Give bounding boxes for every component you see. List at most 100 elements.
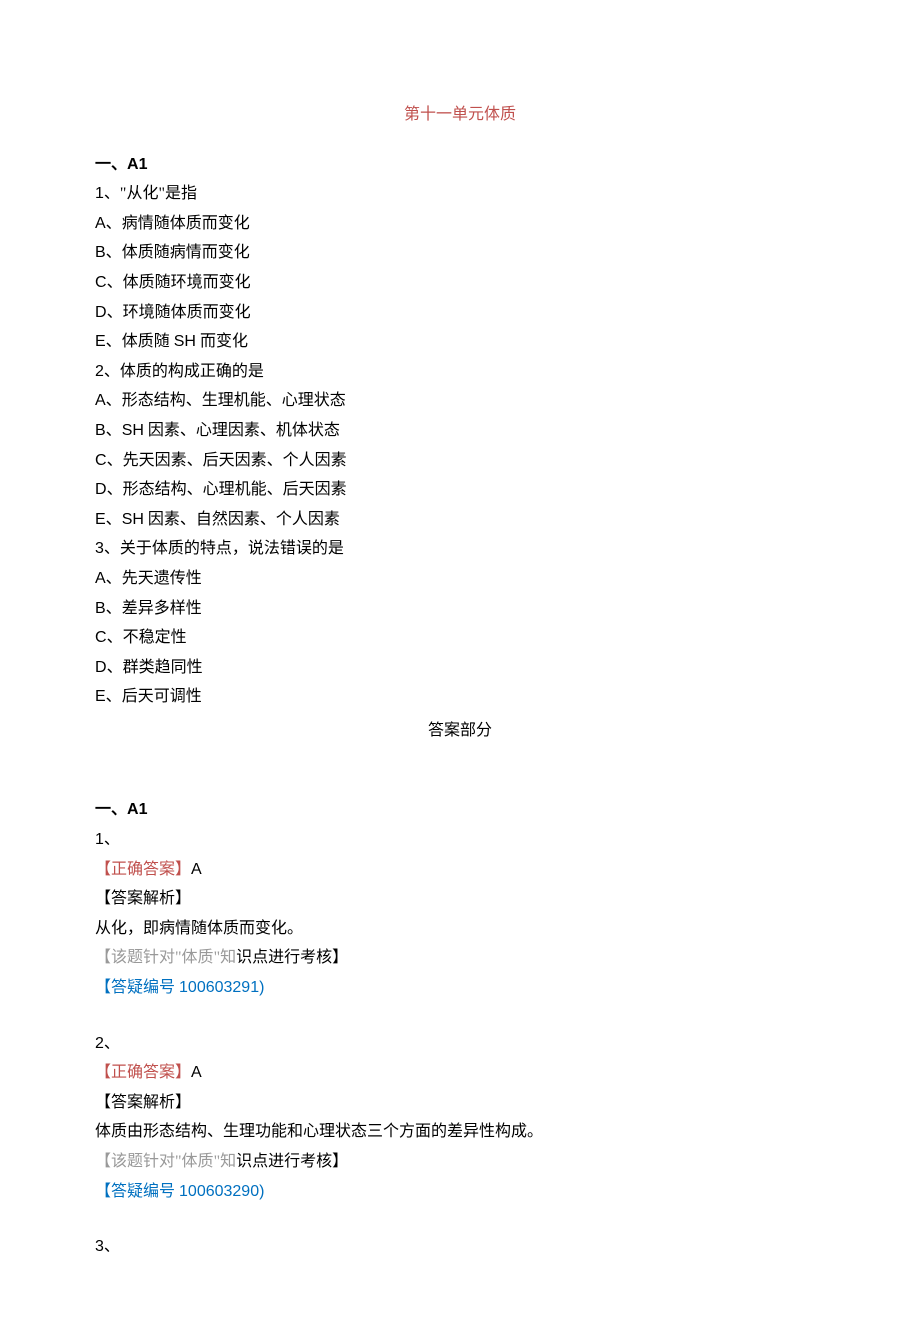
section-heading-answers: 一、A1 — [95, 795, 825, 825]
answers-header: 答案部分 — [95, 716, 825, 746]
section-code: A1 — [127, 801, 147, 818]
q2-number: 2 — [95, 363, 104, 380]
ref-suffix: ) — [259, 1183, 264, 1200]
section-prefix: 一、 — [95, 801, 127, 818]
opt-text: 形态结构、生理机能、心理状态 — [122, 392, 346, 409]
opt-code: C — [95, 452, 107, 469]
opt-text: 先天因素、后天因素、个人因素 — [123, 452, 347, 469]
ref-prefix: 【答疑编号 — [95, 1183, 179, 1200]
opt-text: 因素、自然因素、个人因素 — [144, 511, 340, 528]
opt-text: 而变化 — [196, 333, 248, 350]
opt-sep: 、 — [106, 511, 122, 528]
opt-code: A — [95, 215, 106, 232]
opt-text: 病情随体质而变化 — [122, 215, 250, 232]
answer-1-num: 1、 — [95, 825, 825, 855]
topic-word: 体质 — [182, 1153, 214, 1170]
ans-sep: 、 — [104, 1238, 120, 1255]
answer-2-correct: 【正确答案】A — [95, 1058, 825, 1088]
answer-1-explain-text: 从化，即病情随体质而变化。 — [95, 914, 825, 944]
topic-suffix: "知 — [214, 949, 237, 966]
opt-text: 体质随病情而变化 — [122, 244, 250, 261]
opt-sep: 、 — [106, 215, 122, 232]
opt-text: 群类趋同性 — [123, 659, 203, 676]
q1-option-d: D、环境随体质而变化 — [95, 298, 825, 328]
opt-code: C — [95, 274, 107, 291]
opt-sep: 、 — [106, 570, 122, 587]
opt-text: 先天遗传性 — [122, 570, 202, 587]
q1-option-e: E、体质随 SH 而变化 — [95, 327, 825, 357]
opt-code: E — [95, 333, 106, 350]
opt-sep: 、 — [107, 629, 123, 646]
ref-num: 100603290 — [179, 1183, 259, 1200]
answer-2-explain-text: 体质由形态结构、生理功能和心理状态三个方面的差异性构成。 — [95, 1117, 825, 1147]
section-heading: 一、A1 — [95, 150, 825, 180]
answer-2-explain-label: 【答案解析】 — [95, 1088, 825, 1118]
opt-text: 不稳定性 — [123, 629, 187, 646]
correct-value: A — [191, 861, 202, 878]
q2-option-c: C、先天因素、后天因素、个人因素 — [95, 446, 825, 476]
q3-sep: 、 — [104, 540, 120, 557]
q1-option-b: B、体质随病情而变化 — [95, 238, 825, 268]
opt-text: SH — [122, 422, 144, 439]
opt-sep: 、 — [107, 452, 123, 469]
ans-num: 1 — [95, 831, 104, 848]
opt-sep: 、 — [107, 481, 123, 498]
answer-1-correct: 【正确答案】A — [95, 855, 825, 885]
question-1-stem: 1、"从化"是指 — [95, 179, 825, 209]
opt-code: C — [95, 629, 107, 646]
document-page: 第十一单元体质 一、A1 1、"从化"是指 A、病情随体质而变化 B、体质随病情… — [0, 0, 920, 1322]
answer-1-topic: 【该题针对"体质"知识点进行考核】 — [95, 943, 825, 973]
opt-code: D — [95, 659, 107, 676]
ans-sep: 、 — [104, 831, 120, 848]
opt-text: SH — [174, 333, 196, 350]
opt-code: B — [95, 422, 106, 439]
question-3-stem: 3、关于体质的特点，说法错误的是 — [95, 534, 825, 564]
opt-text: 后天可调性 — [122, 688, 202, 705]
q2-text: 体质的构成正确的是 — [120, 363, 264, 380]
ans-num: 3 — [95, 1238, 104, 1255]
opt-text: 体质随 — [122, 333, 174, 350]
q3-text: 关于体质的特点，说法错误的是 — [120, 540, 344, 557]
section-code: A1 — [127, 156, 147, 173]
q3-option-c: C、不稳定性 — [95, 623, 825, 653]
topic-prefix: 【该题针对" — [95, 1153, 182, 1170]
answer-block-2: 2、 【正确答案】A 【答案解析】 体质由形态结构、生理功能和心理状态三个方面的… — [95, 1029, 825, 1207]
answer-2-topic: 【该题针对"体质"知识点进行考核】 — [95, 1147, 825, 1177]
opt-sep: 、 — [106, 422, 122, 439]
ref-num: 100603291 — [179, 979, 259, 996]
answer-1-explain-label: 【答案解析】 — [95, 884, 825, 914]
opt-code: E — [95, 511, 106, 528]
opt-sep: 、 — [106, 333, 122, 350]
topic-word: 体质 — [182, 949, 214, 966]
opt-sep: 、 — [106, 244, 122, 261]
correct-label: 【正确答案】 — [95, 1064, 191, 1081]
answer-block-1: 1、 【正确答案】A 【答案解析】 从化，即病情随体质而变化。 【该题针对"体质… — [95, 825, 825, 1003]
opt-code: A — [95, 570, 106, 587]
opt-code: A — [95, 392, 106, 409]
opt-sep: 、 — [107, 304, 123, 321]
answer-2-num: 2、 — [95, 1029, 825, 1059]
q1-text: "从化"是指 — [120, 185, 197, 202]
opt-sep: 、 — [107, 659, 123, 676]
section-prefix: 一、 — [95, 156, 127, 173]
opt-text: SH — [122, 511, 144, 528]
opt-sep: 、 — [107, 274, 123, 291]
q1-option-a: A、病情随体质而变化 — [95, 209, 825, 239]
opt-code: D — [95, 481, 107, 498]
opt-text: 形态结构、心理机能、后天因素 — [123, 481, 347, 498]
q2-sep: 、 — [104, 363, 120, 380]
opt-text: 因素、心理因素、机体状态 — [144, 422, 340, 439]
q3-option-d: D、群类趋同性 — [95, 653, 825, 683]
ref-suffix: ) — [259, 979, 264, 996]
q3-option-a: A、先天遗传性 — [95, 564, 825, 594]
opt-code: B — [95, 600, 106, 617]
opt-code: D — [95, 304, 107, 321]
q1-number: 1 — [95, 185, 104, 202]
opt-code: B — [95, 244, 106, 261]
opt-text: 体质随环境而变化 — [123, 274, 251, 291]
correct-label: 【正确答案】 — [95, 861, 191, 878]
q3-option-b: B、差异多样性 — [95, 594, 825, 624]
q2-option-b: B、SH 因素、心理因素、机体状态 — [95, 416, 825, 446]
topic-suffix-b: 识点进行考核】 — [236, 949, 348, 966]
opt-sep: 、 — [106, 600, 122, 617]
